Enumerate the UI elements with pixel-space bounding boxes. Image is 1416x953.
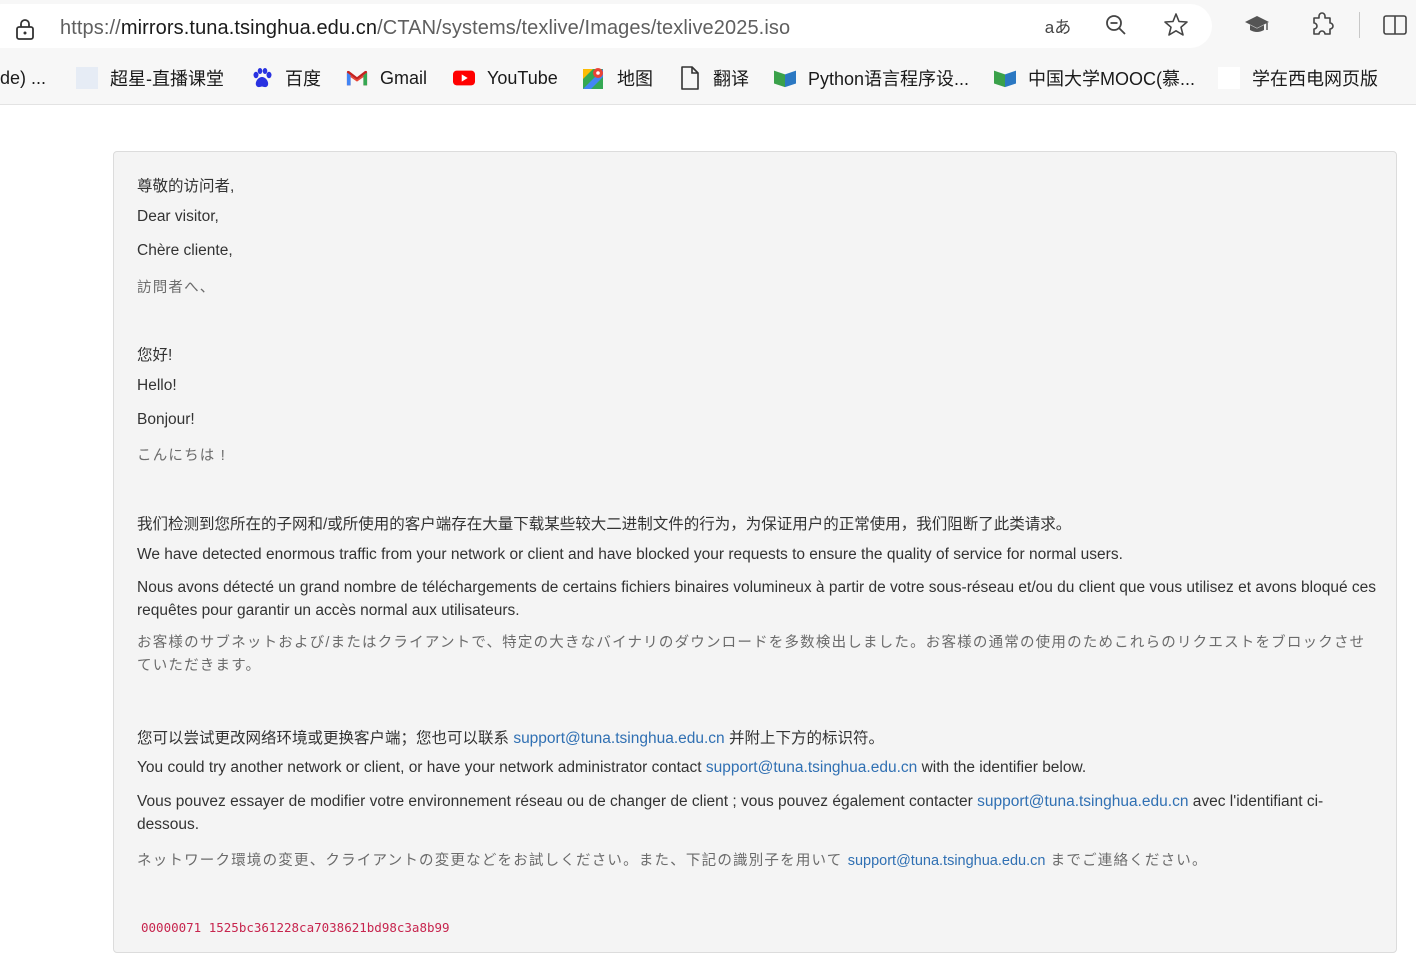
blank-page-icon <box>1218 67 1240 89</box>
bookmark-label: Python语言程序设... <box>808 69 970 89</box>
url-scheme: https:// <box>60 17 121 39</box>
zoom-icon[interactable] <box>1103 12 1129 38</box>
contact-en: You could try another network or client,… <box>137 759 1086 777</box>
url-text[interactable]: https://mirrors.tuna.tsinghua.edu.cn/CTA… <box>60 17 790 40</box>
url-path: /CTAN/systems/texlive/Images/texlive2025… <box>377 17 791 39</box>
extensions-icon[interactable] <box>1310 12 1336 38</box>
detect-jp: お客様のサブネットおよび/またはクライアントで、特定の大きなバイナリのダウンロー… <box>137 635 1366 674</box>
bookmark-label: de) ... <box>0 67 47 88</box>
detect-fr: Nous avons détecté un grand nombre de té… <box>137 579 1376 619</box>
contact-text: You could try another network or client,… <box>137 759 706 776</box>
bookmarks-bar: de) ... 超星-直播课堂 百度 Gmail YouTube 地图 翻译 P… <box>0 52 1416 105</box>
contact-text: 并附上下方的标识符。 <box>724 730 884 747</box>
page-content: 尊敬的访问者, Dear visitor, Chère cliente, 訪問者… <box>0 105 1416 953</box>
maps-icon <box>583 67 605 89</box>
browser-toolbar: https://mirrors.tuna.tsinghua.edu.cn/CTA… <box>0 0 1416 52</box>
contact-text: with the identifier below. <box>917 759 1087 776</box>
detect-zh: 我们检测到您所在的子网和/或所使用的客户端存在大量下载某些较大二进制文件的行为，… <box>137 516 1072 533</box>
contact-text: ネットワーク環境の変更、クライアントの変更などをお試しください。また、下記の識別… <box>137 853 848 869</box>
hello-jp: こんにちは ! <box>137 448 226 464</box>
blank-page-icon <box>76 67 98 89</box>
hello-zh: 您好! <box>137 347 173 364</box>
contact-text: までご連絡ください。 <box>1045 853 1208 869</box>
bookmark-label: 翻译 <box>713 69 749 89</box>
baidu-paw-icon <box>251 67 273 89</box>
bookmark-label: 学在西电网页版 <box>1252 69 1378 89</box>
bookmark-label: 百度 <box>285 69 321 89</box>
greeting-jp: 訪問者へ、 <box>137 280 216 296</box>
greeting-fr: Chère cliente, <box>137 242 233 259</box>
bookmark-baidu[interactable]: 百度 <box>251 66 321 90</box>
bookmark-truncated[interactable]: de) ... <box>0 66 46 90</box>
bookmark-mooc[interactable]: 中国大学MOOC(慕... <box>994 66 1195 90</box>
split-screen-icon[interactable] <box>1382 12 1408 38</box>
bookmark-translate[interactable]: 翻译 <box>679 66 749 90</box>
favorite-star-icon[interactable] <box>1163 12 1189 38</box>
graduation-cap-icon[interactable] <box>1244 12 1270 38</box>
bookmark-label: Gmail <box>380 67 428 88</box>
support-email-link[interactable]: support@tuna.tsinghua.edu.cn <box>848 853 1046 869</box>
bookmark-label: YouTube <box>487 67 558 88</box>
bookmark-label: 地图 <box>617 69 653 89</box>
youtube-icon <box>453 67 475 89</box>
support-email-link[interactable]: support@tuna.tsinghua.edu.cn <box>706 759 917 776</box>
hello-fr: Bonjour! <box>137 411 195 428</box>
bookmark-xidian[interactable]: 学在西电网页版 <box>1218 66 1378 90</box>
toolbar-divider <box>1359 12 1360 38</box>
url-host: mirrors.tuna.tsinghua.edu.cn <box>120 17 378 39</box>
contact-zh: 您可以尝试更改网络环境或更换客户端；您也可以联系 support@tuna.ts… <box>137 726 884 748</box>
greeting-zh: 尊敬的访问者, <box>137 178 235 195</box>
greeting-en: Dear visitor, <box>137 208 219 225</box>
bookmark-youtube[interactable]: YouTube <box>453 66 558 90</box>
hello-en: Hello! <box>137 377 177 394</box>
bookmark-python-course[interactable]: Python语言程序设... <box>774 66 969 90</box>
bookmark-chaoxing[interactable]: 超星-直播课堂 <box>76 66 224 90</box>
contact-text: Vous pouvez essayer de modifier votre en… <box>137 793 978 810</box>
read-aloud-icon[interactable]: aあ <box>1040 12 1076 38</box>
detect-en: We have detected enormous traffic from y… <box>137 546 1123 563</box>
contact-fr: Vous pouvez essayer de modifier votre en… <box>137 790 1377 836</box>
gmail-icon <box>346 67 368 89</box>
contact-text: 您可以尝试更改网络环境或更换客户端；您也可以联系 <box>137 730 514 747</box>
lock-icon[interactable] <box>14 17 36 41</box>
request-identifier: 00000071 1525bc361228ca7038621bd98c3a8b9… <box>141 920 450 935</box>
bookmark-label: 超星-直播课堂 <box>110 69 224 89</box>
mooc-icon <box>774 67 796 89</box>
support-email-link[interactable]: support@tuna.tsinghua.edu.cn <box>977 793 1188 810</box>
bookmark-maps[interactable]: 地图 <box>583 66 653 90</box>
bookmark-label: 中国大学MOOC(慕... <box>1028 69 1195 89</box>
blocked-notice-card: 尊敬的访问者, Dear visitor, Chère cliente, 訪問者… <box>113 151 1397 953</box>
bookmark-gmail[interactable]: Gmail <box>346 66 427 90</box>
mooc-icon <box>994 67 1016 89</box>
document-icon <box>679 66 701 90</box>
address-bar[interactable]: https://mirrors.tuna.tsinghua.edu.cn/CTA… <box>0 4 1212 48</box>
support-email-link[interactable]: support@tuna.tsinghua.edu.cn <box>513 730 724 747</box>
contact-jp: ネットワーク環境の変更、クライアントの変更などをお試しください。また、下記の識別… <box>137 849 1208 870</box>
